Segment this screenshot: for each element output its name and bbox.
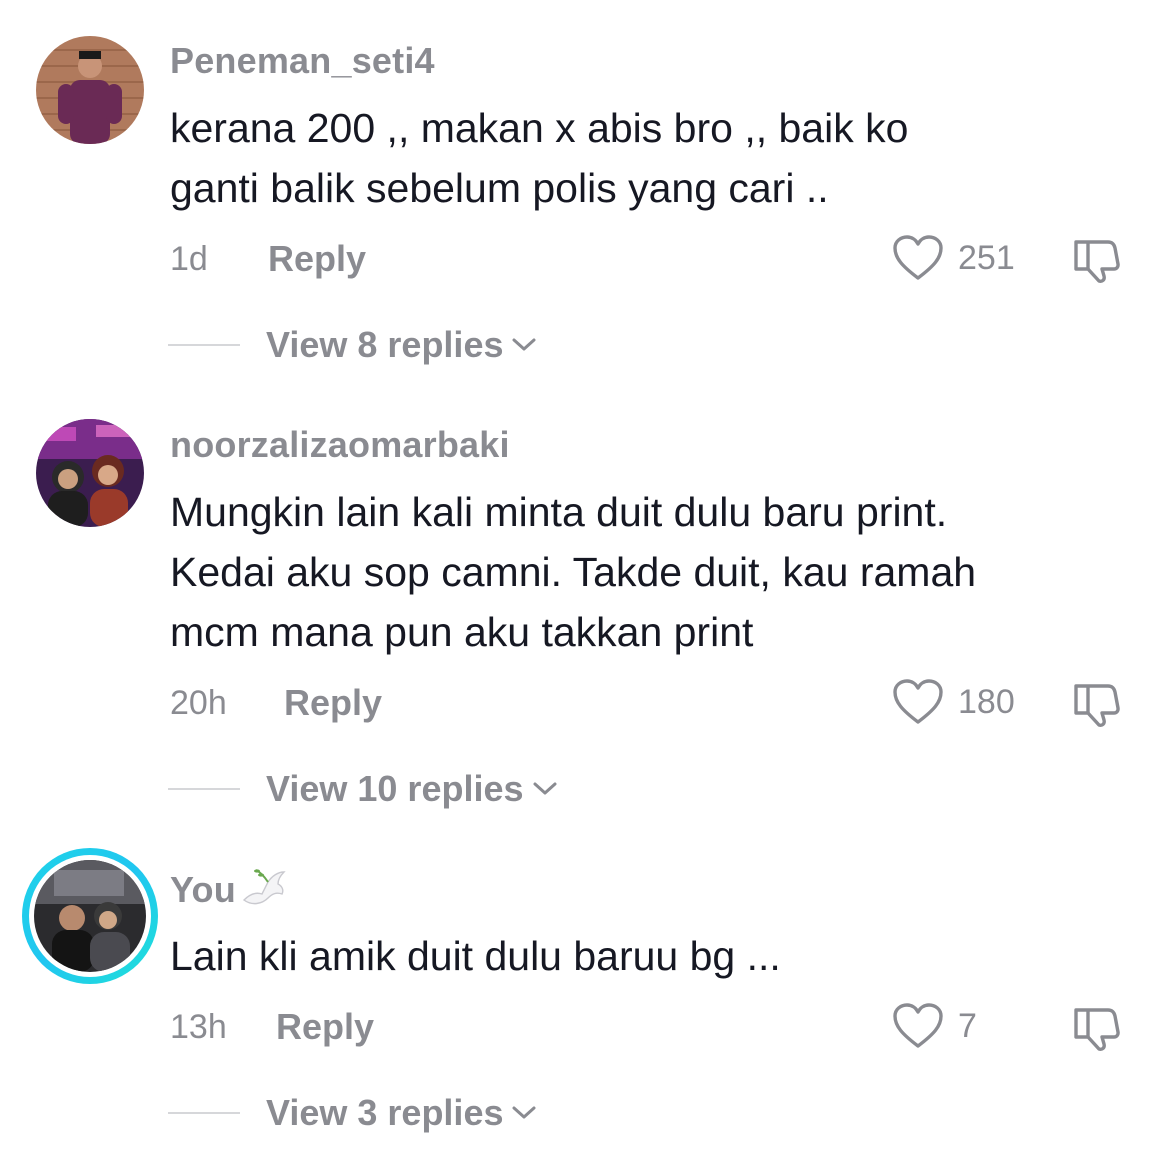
comment-text-line: mcm mana pun aku takkan print bbox=[170, 609, 754, 655]
chevron-down-icon bbox=[512, 338, 536, 351]
reply-button[interactable]: Reply bbox=[268, 238, 366, 280]
comment-text-line: Lain kli amik duit dulu baruu bg ... bbox=[170, 933, 781, 979]
timestamp: 1d bbox=[170, 240, 208, 278]
avatar-ring-gap bbox=[29, 855, 151, 977]
timestamp: 13h bbox=[170, 1008, 227, 1046]
like-button[interactable]: 251 bbox=[892, 234, 1015, 282]
comment-text: Lain kli amik duit dulu baruu bg ... bbox=[170, 926, 1130, 986]
divider bbox=[168, 788, 240, 790]
comment-item: Peneman_seti4 kerana 200 ,, makan x abis… bbox=[0, 0, 1170, 400]
dislike-button[interactable] bbox=[1072, 680, 1124, 733]
timestamp: 20h bbox=[170, 684, 227, 722]
username[interactable]: You bbox=[170, 864, 288, 921]
like-button[interactable]: 7 bbox=[892, 1002, 977, 1050]
avatar-photo bbox=[34, 860, 146, 972]
username[interactable]: Peneman_seti4 bbox=[170, 40, 435, 82]
chevron-down-icon bbox=[512, 1106, 536, 1119]
comment-text-line: kerana 200 ,, makan x abis bro ,, baik k… bbox=[170, 105, 909, 151]
comment-text: Mungkin lain kali minta duit dulu baru p… bbox=[170, 482, 1130, 662]
comment-item: You Lain kli amik duit dulu baruu bg ...… bbox=[0, 840, 1170, 1163]
view-replies-label: View 8 replies bbox=[266, 324, 504, 365]
divider bbox=[168, 1112, 240, 1114]
view-replies-label: View 3 replies bbox=[266, 1092, 504, 1133]
avatar-photo bbox=[36, 419, 144, 527]
heart-outline-icon bbox=[893, 679, 943, 724]
view-replies-button[interactable]: View 8 replies bbox=[168, 324, 537, 366]
like-count: 180 bbox=[958, 682, 1015, 721]
reply-button[interactable]: Reply bbox=[276, 1006, 374, 1048]
divider bbox=[168, 344, 240, 346]
dove-icon bbox=[238, 864, 288, 921]
view-replies-button[interactable]: View 3 replies bbox=[168, 1092, 537, 1134]
comment-text: kerana 200 ,, makan x abis bro ,, baik k… bbox=[170, 98, 1130, 218]
comment-item: noorzalizaomarbaki Mungkin lain kali min… bbox=[0, 400, 1170, 840]
dislike-button[interactable] bbox=[1072, 1004, 1124, 1057]
reply-button[interactable]: Reply bbox=[284, 682, 382, 724]
avatar[interactable] bbox=[36, 36, 144, 144]
thumbs-down-outline-icon bbox=[1074, 240, 1120, 283]
like-button[interactable]: 180 bbox=[892, 678, 1015, 726]
avatar[interactable] bbox=[22, 848, 158, 984]
username[interactable]: noorzalizaomarbaki bbox=[170, 424, 510, 466]
like-count: 251 bbox=[958, 238, 1015, 277]
chevron-down-icon bbox=[533, 782, 557, 795]
thumbs-down-outline-icon bbox=[1074, 684, 1120, 727]
avatar-photo bbox=[36, 36, 144, 144]
heart-outline-icon bbox=[893, 1003, 943, 1048]
comment-text-line: Mungkin lain kali minta duit dulu baru p… bbox=[170, 489, 948, 535]
dislike-button[interactable] bbox=[1072, 236, 1124, 289]
comment-text-line: Kedai aku sop camni. Takde duit, kau ram… bbox=[170, 549, 977, 595]
like-count: 7 bbox=[958, 1006, 977, 1045]
username-text: You bbox=[170, 869, 236, 911]
comment-text-line: ganti balik sebelum polis yang cari .. bbox=[170, 165, 829, 211]
heart-outline-icon bbox=[893, 235, 943, 280]
view-replies-button[interactable]: View 10 replies bbox=[168, 768, 558, 810]
thumbs-down-outline-icon bbox=[1074, 1008, 1120, 1051]
view-replies-label: View 10 replies bbox=[266, 768, 524, 809]
avatar[interactable] bbox=[36, 419, 144, 527]
